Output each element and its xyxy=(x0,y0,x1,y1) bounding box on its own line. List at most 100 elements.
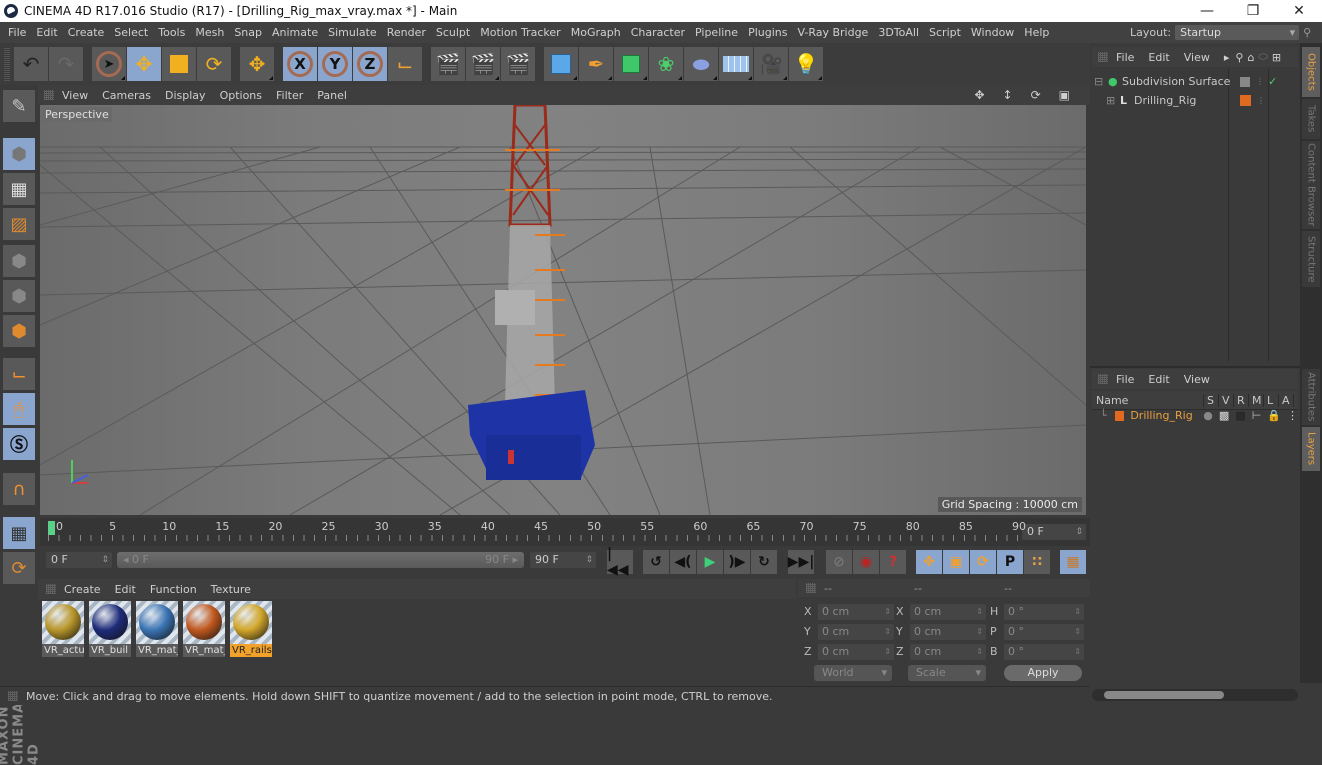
position-field[interactable]: 0 cm xyxy=(818,644,894,660)
layer-column-v[interactable]: V xyxy=(1219,393,1234,407)
pen-spline-icon[interactable]: ✒ xyxy=(579,47,613,81)
previous-key-icon[interactable]: ↺ xyxy=(643,550,669,574)
minimize-button[interactable]: — xyxy=(1184,0,1230,22)
snap-magnet-icon[interactable]: ∩ xyxy=(3,473,35,505)
make-editable-icon[interactable]: ✎ xyxy=(3,90,35,122)
layer-column-m[interactable]: M xyxy=(1249,393,1264,407)
material-menu-function[interactable]: Function xyxy=(150,583,197,596)
recent-tool-icon[interactable]: ✥ xyxy=(240,47,274,81)
material-name[interactable]: VR_mat_ xyxy=(183,644,225,657)
rotate-icon[interactable]: ⟳ xyxy=(197,47,231,81)
render-picture-viewer-icon[interactable]: 🎬 xyxy=(466,47,500,81)
material-name[interactable]: VR_rails xyxy=(230,644,272,657)
subdivision-generator-icon[interactable] xyxy=(614,47,648,81)
apply-button[interactable]: Apply xyxy=(1004,665,1082,681)
layer-color-swatch[interactable] xyxy=(1240,95,1251,106)
timeline-icon[interactable]: ▦ xyxy=(1060,550,1086,574)
next-frame-icon[interactable]: )▶ xyxy=(724,550,750,574)
search-icon[interactable]: ⚲ xyxy=(1303,26,1311,39)
viewport-menu-panel[interactable]: Panel xyxy=(317,89,347,102)
param-key-icon[interactable]: P xyxy=(997,550,1023,574)
viewport-menu-view[interactable]: View xyxy=(62,89,88,102)
menu-v-ray-bridge[interactable]: V-Ray Bridge xyxy=(792,26,873,39)
more-menu-icon[interactable]: ▸ xyxy=(1224,51,1230,64)
viewport-menu-cameras[interactable]: Cameras xyxy=(102,89,151,102)
view-icon[interactable]: ⬭ xyxy=(1258,50,1267,64)
polygons-mode-icon[interactable]: ⬢ xyxy=(3,315,35,347)
workplane-lock-icon[interactable]: ▦ xyxy=(3,517,35,549)
position-field[interactable]: 0 cm xyxy=(818,624,894,640)
axis-mode-icon[interactable]: ⌙ xyxy=(3,358,35,390)
layer-name[interactable]: Drilling_Rig xyxy=(1130,409,1203,422)
material-swatch[interactable]: VR_actu xyxy=(42,601,84,657)
object-row-subdivision-surface[interactable]: ⊟ ● Subdivision Surface ⋮ ✓ xyxy=(1092,72,1298,91)
layer-column-a[interactable]: A xyxy=(1279,393,1294,407)
texture-mode-icon[interactable]: ▦ xyxy=(3,173,35,205)
frame-range-slider[interactable]: ◂ 0 F 90 F ▸ xyxy=(117,552,524,568)
menu-tools[interactable]: Tools xyxy=(153,26,190,39)
layout-dropdown[interactable]: Startup xyxy=(1175,25,1300,40)
layers-menu-edit[interactable]: Edit xyxy=(1148,373,1169,386)
scale-key-icon[interactable]: ▣ xyxy=(943,550,969,574)
visibility-dots[interactable]: ⋮ xyxy=(1257,96,1265,105)
panel-grip[interactable] xyxy=(806,583,816,593)
rotate-key-icon[interactable]: ⟳ xyxy=(970,550,996,574)
camera-label[interactable]: Perspective xyxy=(42,107,112,122)
layers-menu-view[interactable]: View xyxy=(1184,373,1210,386)
toolbar-grip[interactable] xyxy=(4,47,10,81)
layer-column-name[interactable]: Name xyxy=(1092,393,1204,407)
orbit-icon[interactable]: ⟳ xyxy=(1031,88,1041,102)
menu-create[interactable]: Create xyxy=(63,26,110,39)
x-axis-lock-icon[interactable]: X xyxy=(283,47,317,81)
menu-script[interactable]: Script xyxy=(924,26,966,39)
edges-mode-icon[interactable]: ⬢ xyxy=(3,280,35,312)
menu-help[interactable]: Help xyxy=(1019,26,1054,39)
menu-character[interactable]: Character xyxy=(626,26,690,39)
menu-render[interactable]: Render xyxy=(382,26,431,39)
menu-pipeline[interactable]: Pipeline xyxy=(690,26,743,39)
menu-simulate[interactable]: Simulate xyxy=(323,26,382,39)
points-mode-icon[interactable]: ⬢ xyxy=(3,245,35,277)
viewport-menu-filter[interactable]: Filter xyxy=(276,89,303,102)
workplane-mode-icon[interactable]: ▨ xyxy=(3,208,35,240)
new-view-icon[interactable]: ⊞ xyxy=(1272,51,1281,64)
objects-menu-edit[interactable]: Edit xyxy=(1148,51,1169,64)
panel-grip[interactable] xyxy=(46,584,56,594)
layers-menu-file[interactable]: File xyxy=(1116,373,1134,386)
tab-takes[interactable]: Takes xyxy=(1302,99,1320,139)
scale-icon[interactable] xyxy=(162,47,196,81)
go-to-start-icon[interactable]: |◀◀ xyxy=(607,546,633,578)
home-icon[interactable]: ⌂ xyxy=(1247,51,1254,64)
redo-icon[interactable]: ↷ xyxy=(49,47,83,81)
camera-icon[interactable]: 🎥 xyxy=(754,47,788,81)
close-button[interactable]: ✕ xyxy=(1276,0,1322,22)
go-to-end-icon[interactable]: ▶▶| xyxy=(788,550,814,574)
cube-primitive-icon[interactable] xyxy=(544,47,578,81)
menu-mesh[interactable]: Mesh xyxy=(190,26,229,39)
scrollbar-thumb[interactable] xyxy=(1104,691,1224,699)
panel-grip[interactable] xyxy=(1098,374,1108,384)
render-view-icon[interactable]: 🎬 xyxy=(431,47,465,81)
layer-row-drilling-rig[interactable]: └ Drilling_Rig ● ▩ ▩ ⊢ 🔒 ⋮ xyxy=(1092,406,1298,425)
size-field[interactable]: 0 cm xyxy=(910,624,986,640)
layer-column-s[interactable]: S xyxy=(1204,393,1219,407)
material-name[interactable]: VR_mat_ xyxy=(136,644,178,657)
manager-toggle-icon[interactable]: ⊢ xyxy=(1252,409,1262,422)
layer-column-r[interactable]: R xyxy=(1234,393,1249,407)
material-menu-texture[interactable]: Texture xyxy=(211,583,251,596)
move-key-icon[interactable]: ✥ xyxy=(916,550,942,574)
tweak-mode-icon[interactable]: 🖱 xyxy=(3,393,35,425)
menu-file[interactable]: File xyxy=(3,26,31,39)
tab-layers[interactable]: Layers xyxy=(1302,427,1320,471)
tab-content-browser[interactable]: Content Browser xyxy=(1302,141,1320,229)
rotation-field[interactable]: 0 ° xyxy=(1004,604,1084,620)
timeline-ruler[interactable]: 0 F 0 5 10 15 20 25 30 35 40 45 50 55 60 65 70 75 80 85 90 xyxy=(40,518,1090,546)
render-settings-icon[interactable]: 🎬 xyxy=(501,47,535,81)
z-axis-lock-icon[interactable]: Z xyxy=(353,47,387,81)
solo-toggle-icon[interactable]: ● xyxy=(1203,409,1213,422)
undo-icon[interactable]: ↶ xyxy=(14,47,48,81)
objects-menu-view[interactable]: View xyxy=(1184,51,1210,64)
menu-snap[interactable]: Snap xyxy=(229,26,267,39)
material-swatch[interactable]: VR_rails xyxy=(230,601,272,657)
animation-toggle-icon[interactable]: ⋮ xyxy=(1287,409,1298,422)
